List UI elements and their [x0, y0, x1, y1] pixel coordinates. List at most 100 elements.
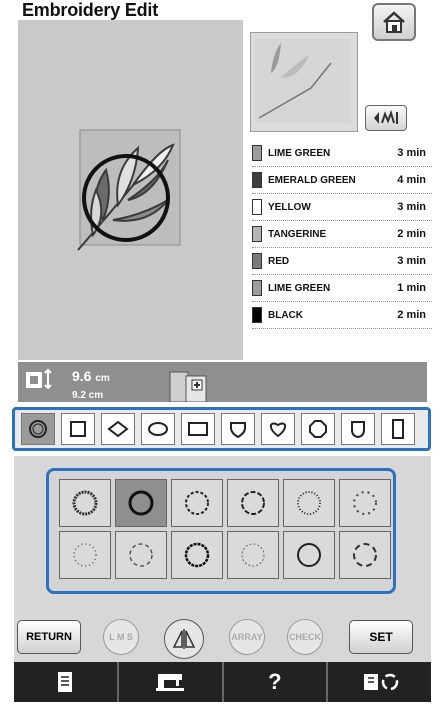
- help-icon: ?: [268, 669, 282, 694]
- width-readout: 9.6 cm: [72, 368, 110, 384]
- thread-spool-icon: [252, 199, 262, 215]
- thread-name: BLACK: [268, 309, 303, 321]
- thread-name: EMERALD GREEN: [268, 174, 356, 186]
- thread-spool-icon: [252, 253, 262, 269]
- thread-name: TANGERINE: [268, 228, 327, 240]
- heart-frame-icon: [269, 422, 287, 438]
- set-button[interactable]: SET: [349, 620, 413, 654]
- height-readout: 9.2 cm: [72, 390, 104, 398]
- diamond-frame-button[interactable]: [101, 413, 135, 445]
- stitch-style-button[interactable]: [171, 479, 223, 527]
- rounded-shield-frame-icon: [351, 421, 365, 439]
- nav-help-button[interactable]: ?: [224, 662, 329, 702]
- triple-stitch-circle-icon: [297, 543, 321, 567]
- sparse-circle-icon: [353, 491, 377, 515]
- light-dotted-circle-icon: [73, 543, 97, 567]
- thread-time: 3 min: [397, 201, 426, 213]
- thread-name: LIME GREEN: [268, 147, 331, 159]
- thread-color-list: LIME GREEN 3 min EMERALD GREEN 4 min YELLO…: [252, 140, 432, 329]
- shield-frame-button[interactable]: [221, 413, 255, 445]
- heart-frame-button[interactable]: [261, 413, 295, 445]
- thread-row: TANGERINE 2 min: [252, 221, 432, 248]
- thread-time: 3 min: [397, 147, 426, 159]
- square-frame-icon: [70, 421, 86, 437]
- sewing-machine-icon: [156, 674, 185, 691]
- stitch-style-button[interactable]: [339, 531, 391, 579]
- octagon-frame-button[interactable]: [301, 413, 335, 445]
- thread-row: LIME GREEN 1 min: [252, 275, 432, 302]
- frame-shape-selector: [12, 407, 431, 451]
- thread-name: LIME GREEN: [268, 282, 331, 294]
- width-unit: cm: [95, 373, 110, 384]
- stitch-style-grid: [46, 468, 396, 594]
- oval-frame-icon: [148, 422, 168, 436]
- array-button[interactable]: ARRAY: [229, 619, 265, 655]
- mirror-icon: [172, 629, 196, 649]
- thumbnail-preview: [250, 32, 358, 132]
- nav-page-button[interactable]: [14, 662, 119, 702]
- stitch-style-button[interactable]: [171, 531, 223, 579]
- thin-circle-icon: [129, 543, 153, 567]
- rectangle-frame-button[interactable]: [181, 413, 215, 445]
- stitch-style-button[interactable]: [283, 531, 335, 579]
- mirror-button[interactable]: [164, 619, 204, 659]
- square-frame-button[interactable]: [61, 413, 95, 445]
- check-button[interactable]: CHECK: [287, 619, 323, 655]
- stitch-style-button[interactable]: [227, 531, 279, 579]
- thread-spool-icon: [252, 307, 262, 323]
- tall-rectangle-frame-button[interactable]: [381, 413, 415, 445]
- size-icon: [26, 368, 52, 390]
- stitch-style-button[interactable]: [227, 479, 279, 527]
- embroidery-preview[interactable]: [18, 20, 243, 360]
- stitch-style-button[interactable]: [115, 531, 167, 579]
- thread-row: YELLOW 3 min: [252, 194, 432, 221]
- bold-dashed-circle-icon: [184, 542, 210, 568]
- thread-row: BLACK 2 min: [252, 302, 432, 329]
- stitch-style-button[interactable]: [59, 531, 111, 579]
- stitch-style-button[interactable]: [59, 479, 111, 527]
- thread-time: 2 min: [397, 309, 426, 321]
- circle-frame-button[interactable]: [21, 413, 55, 445]
- thread-time: 3 min: [397, 255, 426, 267]
- shield-frame-icon: [230, 422, 246, 439]
- thread-name: RED: [268, 255, 290, 267]
- thread-row: LIME GREEN 3 min: [252, 140, 432, 167]
- thumbnail-design: [255, 39, 351, 123]
- rounded-shield-frame-button[interactable]: [341, 413, 375, 445]
- stitch-simulator-button[interactable]: [365, 105, 407, 131]
- dotted-circle-icon: [185, 491, 209, 515]
- diamond-frame-icon: [107, 420, 129, 438]
- home-button[interactable]: [372, 3, 416, 41]
- thread-row: RED 3 min: [252, 248, 432, 275]
- thread-spool-icon: [252, 280, 262, 296]
- fine-circle-icon: [241, 543, 265, 567]
- circle-frame-icon: [29, 420, 47, 438]
- stitch-style-button[interactable]: [283, 479, 335, 527]
- stitch-style-button[interactable]: [115, 479, 167, 527]
- rectangle-frame-icon: [188, 422, 208, 436]
- thread-spool-icon: [252, 145, 262, 161]
- thread-name: YELLOW: [268, 201, 311, 213]
- thread-spool-icon: [252, 172, 262, 188]
- broken-circle-icon: [353, 543, 377, 567]
- embroidery-design: [77, 129, 181, 251]
- cross-stitch-circle-icon: [297, 491, 321, 515]
- thread-row: EMERALD GREEN 4 min: [252, 167, 432, 194]
- nav-settings-button[interactable]: [328, 662, 431, 702]
- stitch-style-button[interactable]: [339, 479, 391, 527]
- oval-frame-button[interactable]: [141, 413, 175, 445]
- dashed-circle-icon: [241, 491, 265, 515]
- nav-machine-button[interactable]: [119, 662, 224, 702]
- return-button[interactable]: RETURN: [17, 620, 81, 654]
- solid-circle-icon: [128, 490, 154, 516]
- thread-time: 1 min: [397, 282, 426, 294]
- page-title: Embroidery Edit: [22, 0, 159, 20]
- lms-button[interactable]: L M S: [103, 619, 139, 655]
- octagon-frame-icon: [309, 420, 327, 438]
- settings-icon: [363, 673, 398, 691]
- thread-time: 2 min: [397, 228, 426, 240]
- tall-rectangle-frame-icon: [392, 419, 404, 439]
- thread-spool-icon: [252, 226, 262, 242]
- home-icon: [383, 11, 405, 33]
- zigzag-circle-icon: [72, 490, 98, 516]
